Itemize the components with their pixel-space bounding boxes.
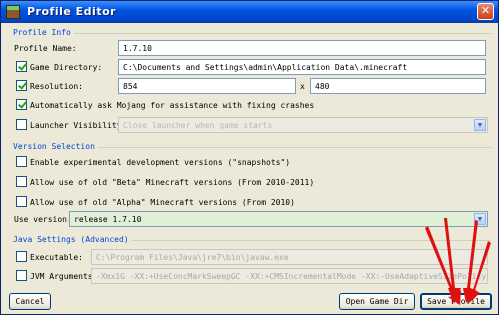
use-version-select[interactable]: release 1.7.10 ▼ — [69, 211, 488, 227]
resolution-height-input[interactable]: 480 — [310, 78, 486, 94]
profile-info-divider — [71, 33, 491, 34]
window-title: Profile Editor — [27, 5, 117, 18]
launcher-visibility-label: Launcher Visibility: — [30, 121, 127, 130]
launcher-visibility-select[interactable]: Close launcher when game starts ▼ — [118, 117, 488, 133]
executable-input[interactable]: C:\Program Files\Java\jre7\bin\javaw.exe — [91, 249, 488, 265]
jvm-arguments-checkbox[interactable] — [16, 270, 27, 281]
profile-name-label: Profile Name: — [14, 44, 77, 53]
jvm-arguments-input[interactable]: -Xmx1G -XX:+UseConcMarkSweepGC -XX:+CMSI… — [91, 268, 488, 284]
title-bar[interactable]: Profile Editor ✕ — [1, 1, 498, 23]
beta-versions-label: Allow use of old "Beta" Minecraft versio… — [30, 178, 315, 187]
version-selection-heading: Version Selection — [13, 142, 98, 151]
close-button[interactable]: ✕ — [477, 3, 494, 20]
java-settings-divider — [121, 240, 491, 241]
mojang-assistance-label: Automatically ask Mojang for assistance … — [30, 101, 315, 110]
cancel-button[interactable]: Cancel — [9, 293, 51, 310]
use-version-label: Use version: — [14, 215, 72, 224]
chevron-down-icon[interactable]: ▼ — [474, 213, 486, 225]
resolution-label: Resolution: — [30, 82, 83, 91]
mojang-assistance-checkbox[interactable] — [16, 99, 27, 110]
jvm-arguments-label: JVM Arguments: — [30, 272, 98, 281]
launcher-visibility-checkbox[interactable] — [16, 119, 27, 130]
java-settings-heading: Java Settings (Advanced) — [13, 235, 132, 244]
version-selection-divider — [91, 147, 491, 148]
minecraft-grass-block-icon — [6, 5, 20, 19]
game-directory-label: Game Directory: — [30, 63, 103, 72]
profile-editor-window: Profile Editor ✕ Profile Info Profile Na… — [0, 0, 499, 315]
save-profile-button[interactable]: Save Profile — [420, 293, 492, 310]
launcher-visibility-value: Close launcher when game starts — [123, 121, 273, 130]
profile-name-input[interactable]: 1.7.10 — [118, 40, 486, 56]
snapshots-checkbox[interactable] — [16, 156, 27, 167]
open-game-dir-button[interactable]: Open Game Dir — [339, 293, 415, 310]
executable-checkbox[interactable] — [16, 251, 27, 262]
game-directory-checkbox[interactable] — [16, 61, 27, 72]
alpha-versions-label: Allow use of old "Alpha" Minecraft versi… — [30, 198, 295, 207]
game-directory-input[interactable]: C:\Documents and Settings\admin\Applicat… — [118, 59, 486, 75]
profile-info-heading: Profile Info — [13, 28, 74, 37]
resolution-checkbox[interactable] — [16, 80, 27, 91]
chevron-down-icon[interactable]: ▼ — [474, 119, 486, 131]
alpha-versions-checkbox[interactable] — [16, 196, 27, 207]
beta-versions-checkbox[interactable] — [16, 176, 27, 187]
snapshots-label: Enable experimental development versions… — [30, 158, 291, 167]
use-version-value: release 1.7.10 — [74, 215, 142, 224]
resolution-separator: x — [300, 82, 305, 91]
resolution-width-input[interactable]: 854 — [118, 78, 296, 94]
executable-label: Executable: — [30, 253, 83, 262]
